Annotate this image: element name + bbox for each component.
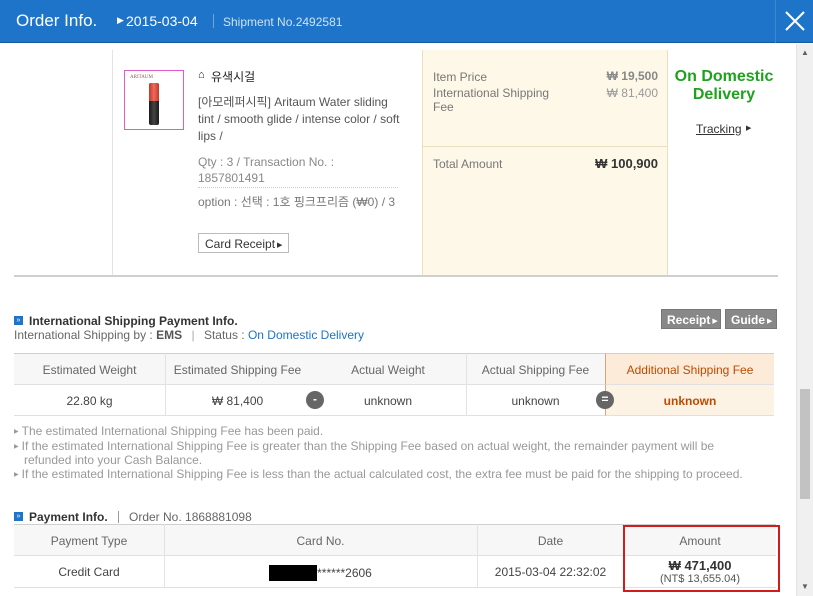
actual-weight-value: unknown bbox=[310, 385, 466, 416]
col-estimated-weight: Estimated Weight bbox=[14, 353, 165, 385]
col-estimated-fee: Estimated Shipping Fee bbox=[165, 353, 310, 385]
total-amount-value: ₩ 100,900 bbox=[595, 156, 658, 171]
receipt-button[interactable]: Receipt ▶ bbox=[661, 309, 721, 329]
col-date: Date bbox=[477, 524, 624, 556]
redacted-block bbox=[269, 565, 318, 581]
item-price-value: ₩ 19,500 bbox=[606, 69, 658, 83]
quantity-transaction: Qty : 3 / Transaction No. : 1857801491 bbox=[198, 155, 335, 185]
scrollbar-thumb[interactable] bbox=[800, 389, 810, 499]
item-price-label: Item Price bbox=[433, 70, 488, 84]
payment-info-title: Payment Info. bbox=[29, 510, 108, 524]
col-divider bbox=[165, 353, 166, 416]
status-label: Status : bbox=[203, 328, 245, 342]
note-continuation: refunded into your Cash Balance. bbox=[24, 453, 203, 467]
product-name[interactable]: [아모레퍼시픽] Aritaum Water sliding tint / sm… bbox=[198, 94, 404, 145]
product-option: option : 선택 : 1호 핑크프리즘 (₩0) / 3 bbox=[198, 195, 396, 209]
header-divider bbox=[213, 14, 214, 28]
col-divider bbox=[466, 353, 467, 416]
ship-by-label: International Shipping by : bbox=[14, 328, 153, 342]
total-amount-label: Total Amount bbox=[433, 157, 503, 171]
vertical-scrollbar[interactable]: ▲ ▼ bbox=[796, 44, 813, 596]
guide-label: Guide bbox=[731, 313, 766, 327]
close-button[interactable] bbox=[775, 0, 813, 43]
order-info-header: Order Info. ▶ 2015-03-04 Shipment No.249… bbox=[0, 0, 813, 43]
intl-shipping-table: Estimated Weight Estimated Shipping Fee … bbox=[14, 353, 774, 416]
section-bullet-icon: » bbox=[14, 316, 23, 325]
col-additional-fee: Additional Shipping Fee bbox=[605, 353, 774, 385]
guide-button[interactable]: Guide ▶ bbox=[725, 309, 777, 329]
ship-divider: | bbox=[191, 328, 195, 342]
intl-shipping-title: International Shipping Payment Info. bbox=[29, 314, 238, 328]
section-bullet-icon: » bbox=[14, 512, 23, 521]
intl-fee-label: International Shipping Fee bbox=[433, 86, 550, 114]
estimated-weight-value: 22.80 kg bbox=[14, 385, 165, 416]
order-number: Order No. 1868881098 bbox=[129, 510, 252, 524]
col-actual-weight: Actual Weight bbox=[310, 353, 466, 385]
note-text: If the estimated International Shipping … bbox=[21, 467, 743, 481]
product-image[interactable]: ARITAUM bbox=[124, 70, 184, 130]
triangle-right-icon: ▶ bbox=[767, 318, 773, 325]
card-receipt-label: Card Receipt bbox=[205, 237, 276, 251]
triangle-right-icon: ▶ bbox=[117, 15, 124, 25]
dotted-divider bbox=[198, 187, 398, 188]
intl-fee-value: ₩ 81,400 bbox=[606, 86, 658, 100]
triangle-right-icon: ▶ bbox=[746, 125, 752, 132]
bullet-icon: ▶ bbox=[14, 429, 19, 435]
note-item: ▶ If the estimated International Shipping… bbox=[14, 467, 743, 484]
section-divider bbox=[14, 275, 778, 277]
card-receipt-button[interactable]: Card Receipt ▶ bbox=[198, 233, 289, 253]
col-payment-type: Payment Type bbox=[14, 524, 164, 556]
shop-name[interactable]: 유색시걸 bbox=[211, 68, 255, 85]
actual-fee-value: unknown bbox=[466, 385, 605, 416]
note-text: If the estimated International Shipping … bbox=[21, 439, 715, 453]
shipping-method-status: International Shipping by : EMS | Status… bbox=[14, 328, 364, 342]
card-number: ******2606 bbox=[164, 556, 477, 588]
note-text: The estimated International Shipping Fee… bbox=[21, 424, 324, 438]
minus-icon: - bbox=[306, 391, 324, 409]
triangle-right-icon: ▶ bbox=[277, 242, 283, 249]
close-icon bbox=[785, 11, 805, 31]
col-actual-fee: Actual Shipping Fee bbox=[466, 353, 605, 385]
order-divider bbox=[118, 511, 119, 523]
home-icon: ⌂ bbox=[198, 69, 205, 81]
estimated-fee-value: ₩ 81,400 bbox=[165, 385, 310, 416]
shipment-number: Shipment No.2492581 bbox=[223, 15, 343, 29]
col-divider bbox=[164, 524, 165, 588]
scroll-down-icon[interactable]: ▼ bbox=[801, 582, 809, 591]
shipping-status-value: On Domestic Delivery bbox=[247, 328, 364, 342]
scroll-up-icon[interactable]: ▲ bbox=[801, 48, 809, 57]
price-divider bbox=[423, 146, 667, 147]
payment-type-value: Credit Card bbox=[14, 556, 164, 588]
payment-date: 2015-03-04 22:32:02 bbox=[477, 556, 624, 588]
receipt-label: Receipt bbox=[667, 313, 711, 327]
card-number-text: ******2606 bbox=[317, 566, 372, 580]
tracking-link[interactable]: Tracking bbox=[696, 122, 742, 136]
delivery-status: On Domestic Delivery bbox=[674, 68, 774, 103]
product-brand-text: ARITAUM bbox=[130, 75, 153, 80]
order-date: 2015-03-04 bbox=[126, 13, 198, 29]
triangle-right-icon: ▶ bbox=[712, 318, 718, 325]
dialog-title: Order Info. bbox=[16, 11, 98, 30]
amount-highlight bbox=[623, 525, 780, 592]
col-divider bbox=[477, 524, 478, 588]
col-card-no: Card No. bbox=[164, 524, 477, 556]
ship-by-value: EMS bbox=[156, 328, 183, 342]
bullet-icon: ▶ bbox=[14, 444, 19, 450]
equals-icon: = bbox=[596, 391, 614, 409]
lipstick-cap bbox=[149, 83, 159, 101]
additional-fee-value: unknown bbox=[605, 385, 774, 416]
bullet-icon: ▶ bbox=[14, 472, 19, 478]
